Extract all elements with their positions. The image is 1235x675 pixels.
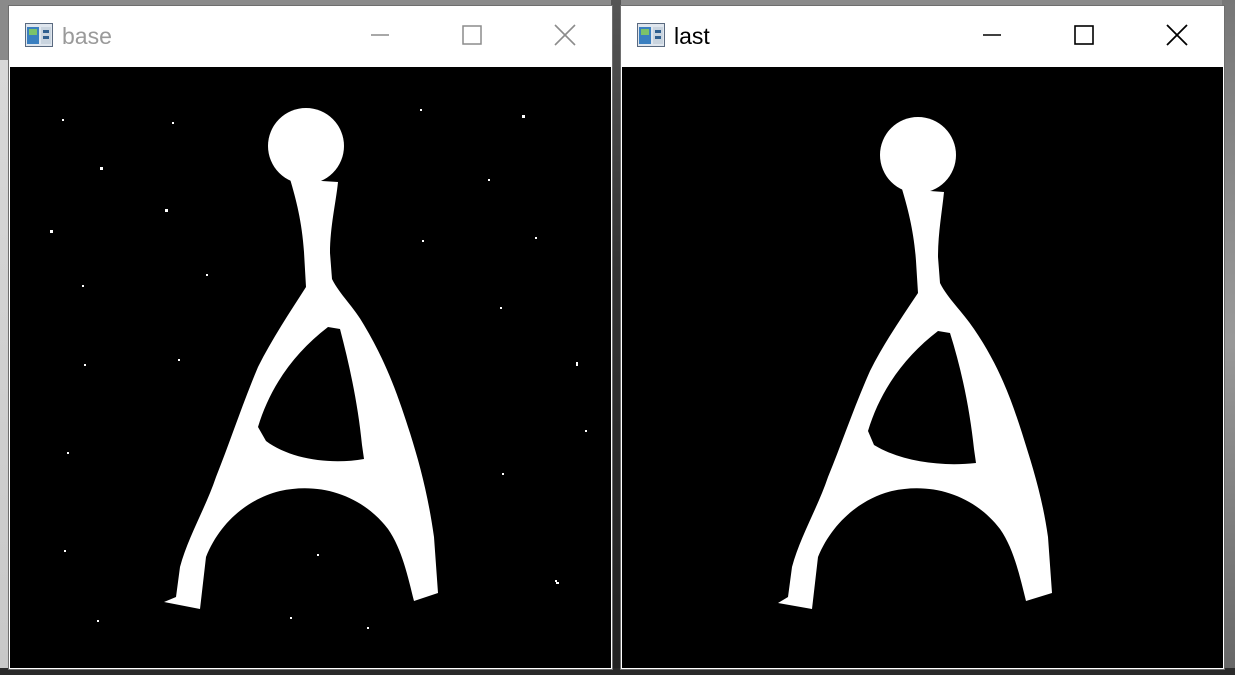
last-image (622, 67, 1223, 668)
app-icon (25, 23, 53, 47)
close-button[interactable] (542, 12, 588, 58)
window-title: base (62, 23, 112, 49)
minimize-button[interactable] (969, 12, 1015, 58)
maximize-icon (462, 25, 482, 45)
app-icon (637, 23, 665, 47)
base-image (10, 67, 611, 668)
window-base[interactable]: base (8, 5, 613, 670)
minimize-button[interactable] (357, 12, 403, 58)
window-titlebar[interactable]: last (621, 6, 1224, 66)
maximize-button[interactable] (1061, 12, 1107, 58)
window-title: last (674, 23, 710, 49)
minimize-icon (983, 34, 1001, 36)
window-titlebar[interactable]: base (9, 6, 612, 66)
window-last[interactable]: last (620, 5, 1225, 670)
maximize-button[interactable] (449, 12, 495, 58)
close-icon (1166, 24, 1188, 46)
minimize-icon (371, 34, 389, 36)
close-icon (554, 24, 576, 46)
maximize-icon (1074, 25, 1094, 45)
close-button[interactable] (1154, 12, 1200, 58)
